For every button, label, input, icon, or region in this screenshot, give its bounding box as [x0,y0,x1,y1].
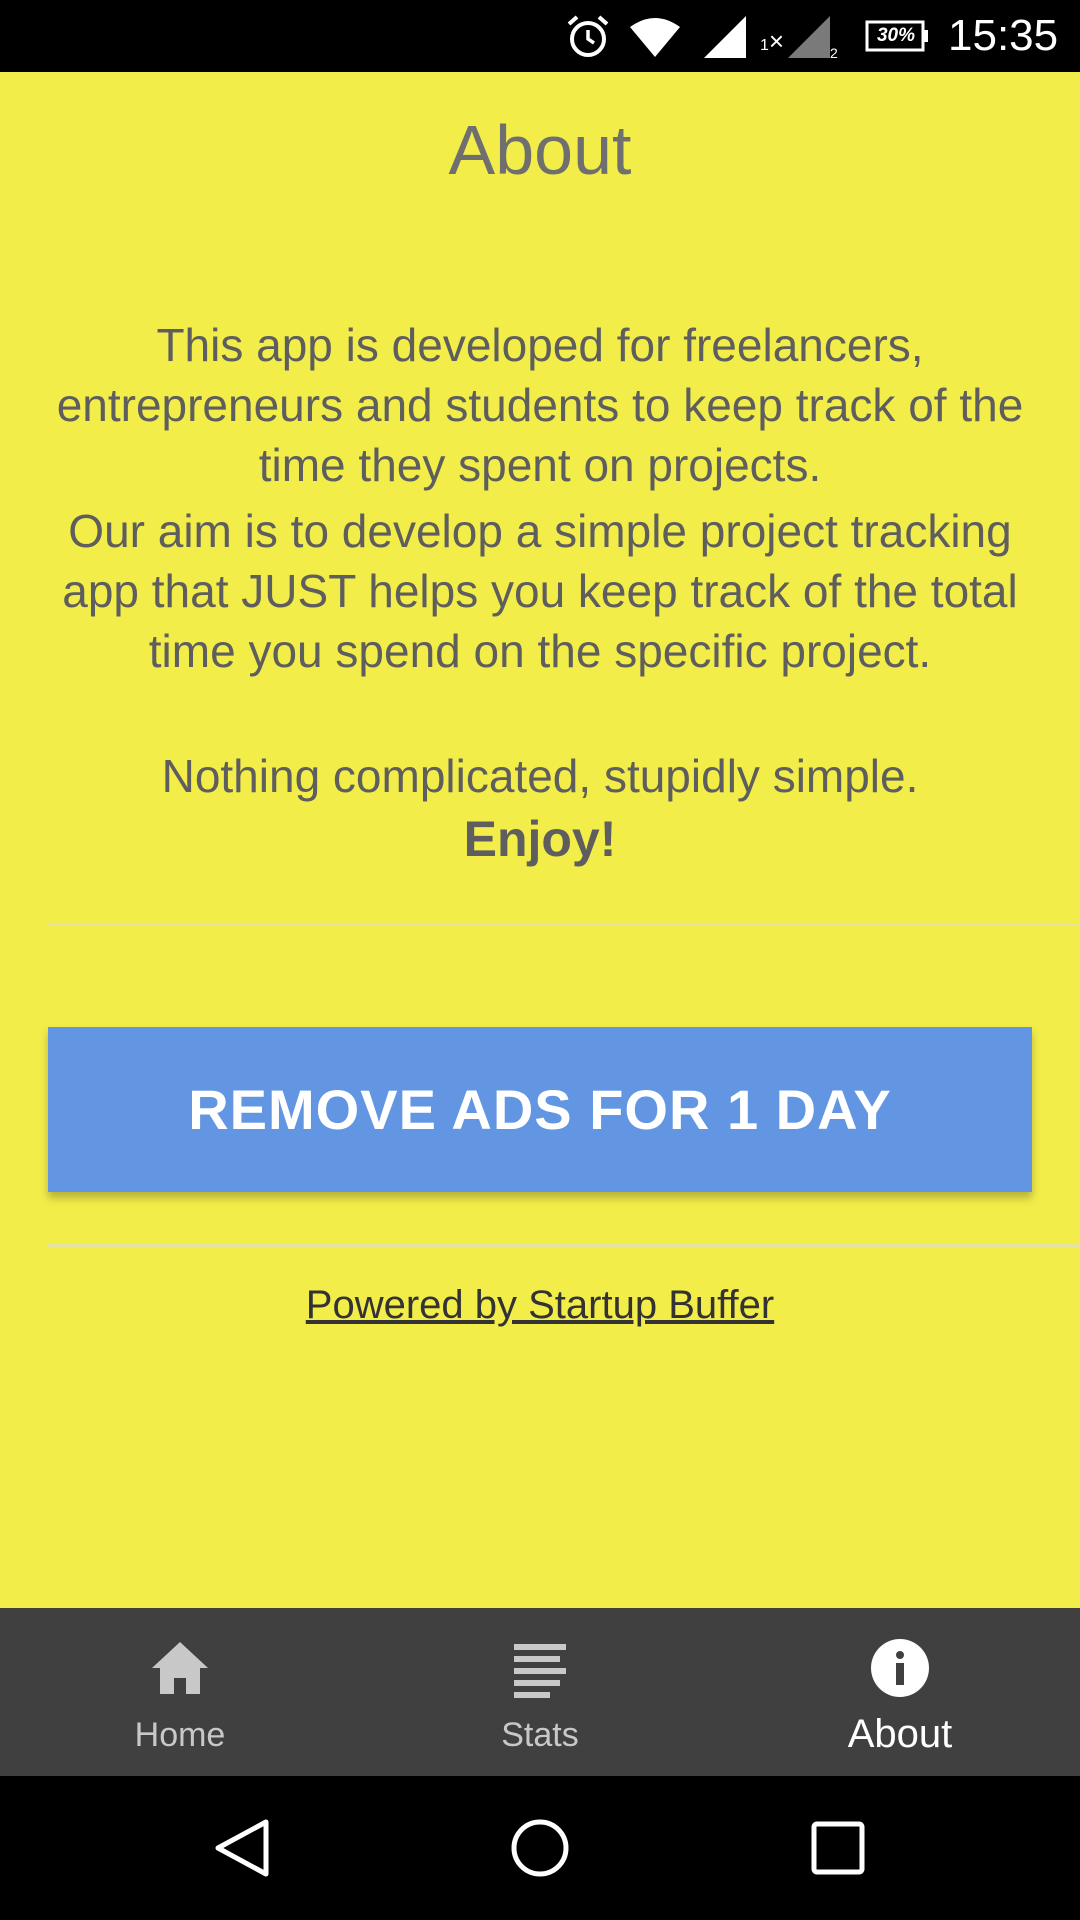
recents-icon[interactable] [808,1818,868,1878]
powered-by-link[interactable]: Powered by Startup Buffer [306,1283,774,1327]
battery-level: 30% [876,25,916,46]
nav-label-about: About [847,1712,953,1756]
list-icon [514,1644,566,1698]
svg-text:2: 2 [830,45,838,60]
about-screen: 1× 2 30% 15:35 About This app is develop… [0,0,1080,1920]
status-time: 15:35 [948,11,1059,60]
system-navigation-bar [0,1776,1080,1920]
alarm-icon [567,15,609,57]
page-title: About [448,111,632,189]
divider [48,1244,1080,1247]
nav-item-stats[interactable]: Stats [360,1608,720,1776]
home-circle-icon[interactable] [508,1816,572,1880]
enjoy-text: Enjoy! [463,811,617,867]
nav-item-about[interactable]: About [720,1608,1080,1776]
signal-icon: 2 [788,16,838,60]
back-icon[interactable] [210,1816,274,1880]
sim-status: 1× [760,26,785,56]
status-bar: 1× 2 30% 15:35 [0,0,1080,72]
home-icon [152,1642,208,1694]
wifi-icon [630,18,680,57]
signal-icon [704,16,746,58]
divider [48,923,1080,926]
nav-label-home: Home [134,1716,226,1754]
nav-label-stats: Stats [501,1716,579,1754]
about-paragraph: This app is developed for freelancers, e… [56,319,1024,491]
bottom-navigation: Home Stats About [0,1608,1080,1776]
remove-ads-button[interactable]: REMOVE ADS FOR 1 DAY [48,1027,1032,1192]
about-paragraph: Nothing complicated, stupidly simple. [161,750,919,802]
nav-item-home[interactable]: Home [0,1608,360,1776]
powered-by: Powered by Startup Buffer [0,1283,1080,1328]
about-paragraph: Our aim is to develop a simple project t… [62,505,1018,677]
info-icon [871,1639,929,1697]
